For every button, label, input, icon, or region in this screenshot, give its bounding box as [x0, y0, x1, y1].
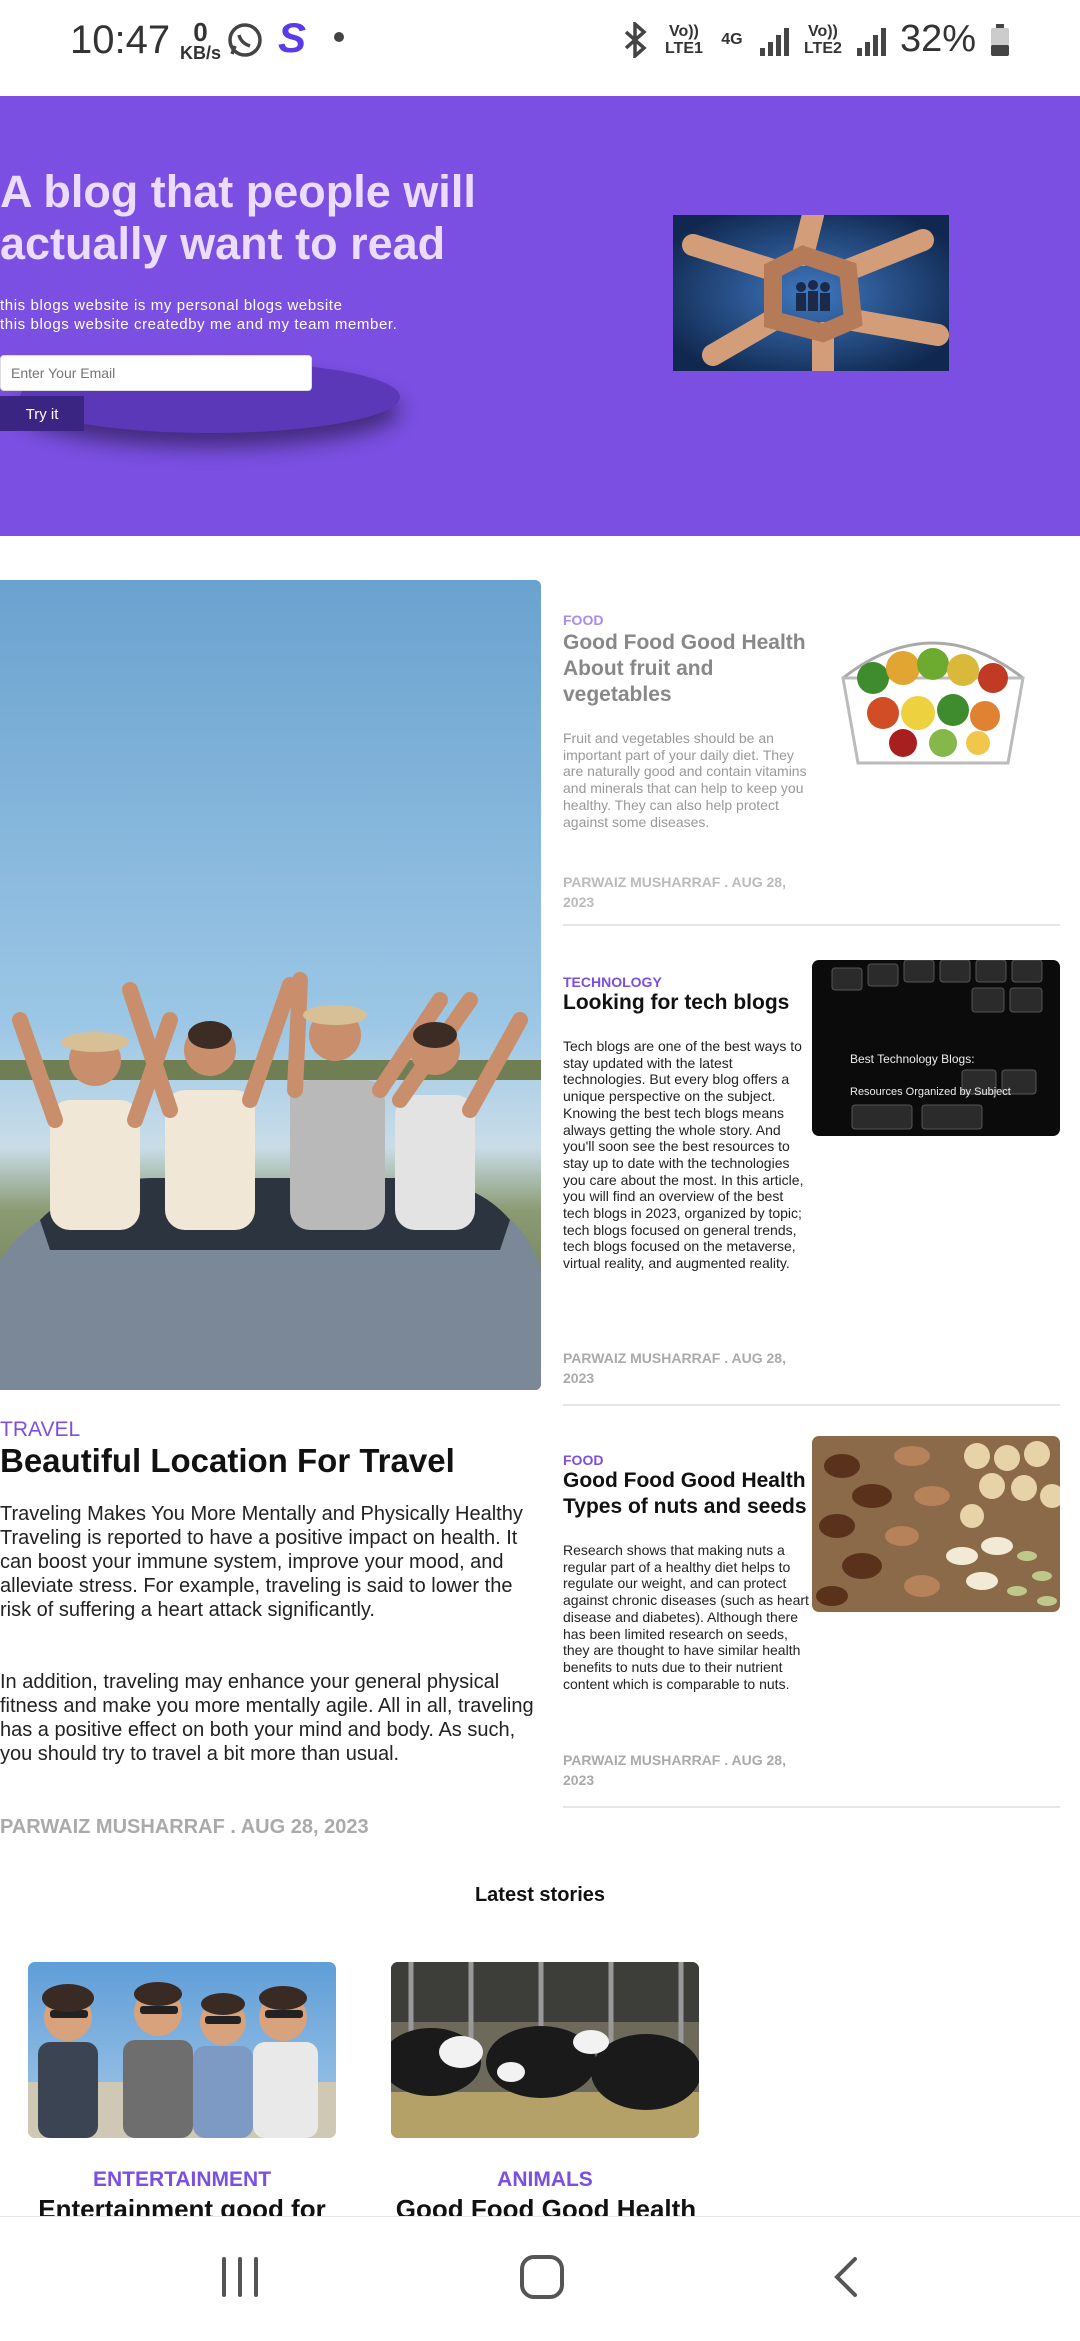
network-speed: 0 KB/s	[180, 17, 222, 63]
bluetooth-icon	[624, 21, 647, 58]
recents-icon[interactable]	[218, 2255, 262, 2299]
feature-paragraph: Traveling Makes You More Mentally and Ph…	[0, 1503, 523, 1621]
feature-title[interactable]: Beautiful Location For Travel	[0, 1442, 455, 1480]
network-speed-unit: KB/s	[180, 43, 222, 63]
home-icon[interactable]	[518, 2253, 566, 2301]
image-caption: Best Technology Blogs:	[850, 1052, 975, 1066]
sim1-label: Vo)) LTE1	[664, 22, 703, 57]
article-meta: PARWAIZ MUSHARRAF . AUG 28, 2023	[563, 874, 786, 910]
article-title[interactable]: Good Food Good Health About fruit and ve…	[563, 630, 813, 708]
story-category[interactable]: ENTERTAINMENT	[28, 2168, 336, 2192]
article-category[interactable]: FOOD	[563, 1452, 603, 1468]
sim2-label: Vo)) LTE2	[803, 22, 842, 57]
story-category[interactable]: ANIMALS	[391, 2168, 699, 2192]
hero-image	[673, 215, 949, 371]
story-image[interactable]	[28, 1962, 336, 2138]
article-meta: PARWAIZ MUSHARRAF . AUG 28, 2023	[563, 1350, 786, 1386]
article-body: Tech blogs are one of the best ways to s…	[563, 1038, 804, 1272]
article-category[interactable]: TECHNOLOGY	[563, 974, 662, 990]
battery-icon	[991, 23, 1009, 56]
divider	[563, 1806, 1060, 1808]
status-bar: 10:47 0 KB/s S Vo)) LTE1 4G Vo)) LTE2 32…	[0, 0, 1080, 96]
s-app-icon: S	[278, 14, 307, 61]
hero-title: A blog that people will actually want to…	[0, 166, 476, 269]
status-time: 10:47	[70, 18, 171, 62]
article-title[interactable]: Looking for tech blogs	[563, 990, 813, 1016]
feature-category[interactable]: TRAVEL	[0, 1418, 80, 1442]
article-image[interactable]	[823, 598, 1043, 778]
hero-subtitle-line: this blogs website createdby me and my t…	[0, 316, 398, 333]
notification-dot-icon	[334, 32, 344, 42]
story-image[interactable]	[391, 1962, 699, 2138]
hero-subtitle-line: this blogs website is my personal blogs …	[0, 297, 343, 314]
divider	[563, 924, 1060, 926]
article-title[interactable]: Good Food Good Health Types of nuts and …	[563, 1468, 813, 1520]
latest-stories-heading: Latest stories	[474, 1884, 606, 1906]
network-4g-label: 4G	[721, 31, 743, 48]
article-category[interactable]: FOOD	[563, 612, 603, 628]
divider	[563, 1404, 1060, 1406]
email-input[interactable]	[0, 355, 312, 391]
article-meta: PARWAIZ MUSHARRAF . AUG 28, 2023	[563, 1752, 786, 1788]
article-image[interactable]	[812, 1436, 1060, 1612]
feature-meta: PARWAIZ MUSHARRAF . AUG 28, 2023	[0, 1816, 369, 1838]
try-it-button[interactable]: Try it	[0, 396, 84, 431]
image-caption: Resources Organized by Subject	[850, 1086, 1011, 1098]
feature-paragraph: In addition, traveling may enhance your …	[0, 1671, 534, 1765]
whatsapp-icon	[228, 23, 262, 57]
navigation-bar	[0, 2216, 1080, 2341]
hero-section: A blog that people will actually want to…	[0, 96, 1080, 536]
back-icon[interactable]	[825, 2255, 869, 2299]
status-right-group: Vo)) LTE1 4G Vo)) LTE2 32%	[622, 18, 1010, 61]
article-body: Research shows that making nuts a regula…	[563, 1542, 809, 1692]
article-image[interactable]: Best Technology Blogs: Resources Organiz…	[812, 960, 1060, 1136]
battery-percent: 32%	[899, 18, 976, 60]
signal-icon	[856, 24, 886, 56]
article-body: Fruit and vegetables should be an import…	[563, 730, 807, 830]
feature-image[interactable]	[0, 580, 541, 1390]
signal-icon	[759, 24, 789, 56]
network-speed-value: 0	[193, 17, 208, 47]
hero-subtitle: this blogs website is my personal blogs …	[0, 296, 397, 334]
